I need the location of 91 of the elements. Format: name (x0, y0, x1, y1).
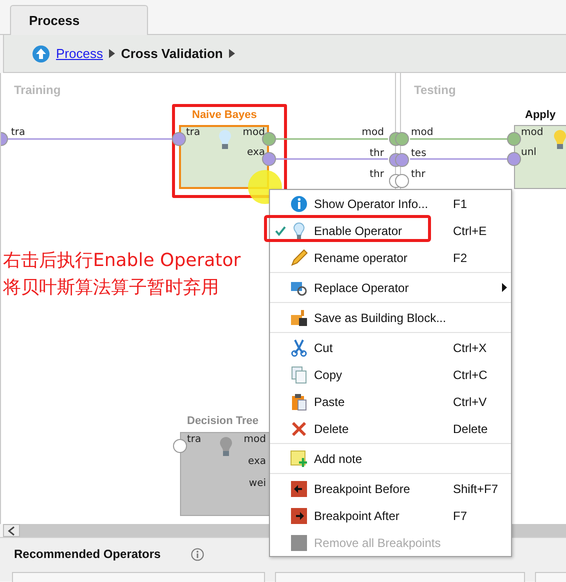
port-label: tra (11, 127, 26, 138)
menu-item-label: Add note (314, 452, 364, 466)
menu-item[interactable]: Show Operator Info... F1 (270, 190, 511, 217)
breakpoint-before-icon (290, 480, 308, 498)
menu-item[interactable]: Copy Ctrl+C (270, 361, 511, 388)
menu-item[interactable]: Breakpoint After F7 (270, 502, 511, 529)
chevron-left-icon (8, 526, 15, 536)
submenu-arrow-icon (502, 283, 507, 292)
building-block-icon (290, 308, 308, 326)
operator-box[interactable] (180, 432, 270, 516)
operator-title: Apply (525, 109, 556, 121)
port-label: thr (411, 169, 426, 180)
menu-item-label: Rename operator (314, 250, 408, 264)
copy-icon (290, 366, 308, 384)
menu-item[interactable]: Breakpoint Before Shift+F7 (270, 475, 511, 502)
port-label: mod (244, 434, 266, 445)
menu-item[interactable]: Paste Ctrl+V (270, 388, 511, 415)
port-label: tra (187, 434, 202, 445)
info-icon (290, 194, 308, 212)
shortcut-label: Delete (453, 422, 488, 436)
shortcut-label: F1 (453, 196, 468, 210)
breakpoint-icon (290, 534, 308, 552)
menu-item-label: Breakpoint Before (314, 482, 412, 496)
lightbulb-icon (553, 129, 566, 151)
shortcut-label: Shift+F7 (453, 482, 498, 496)
menu-item-label: Show Operator Info... (314, 196, 430, 210)
port-label: tes (411, 148, 426, 159)
process-tab[interactable]: Process (10, 5, 148, 35)
menu-item[interactable]: Add note (270, 445, 511, 472)
lightbulb-icon (219, 436, 233, 458)
port[interactable] (507, 152, 521, 166)
port-label: unl (521, 147, 536, 158)
menu-item-label: Enable Operator (314, 224, 404, 238)
menu-item-label: Paste (314, 394, 346, 408)
port[interactable] (507, 132, 521, 146)
port[interactable] (395, 132, 409, 146)
port[interactable] (395, 153, 409, 167)
port[interactable] (395, 174, 409, 188)
menu-item[interactable]: Rename operator F2 (270, 244, 511, 271)
shortcut-label: F7 (453, 508, 468, 522)
pencil-icon (290, 248, 308, 266)
port[interactable] (173, 439, 187, 453)
menu-item-label: Delete (314, 422, 350, 436)
menu-item-label: Remove all Breakpoints (314, 536, 442, 550)
operator-box[interactable] (514, 125, 566, 189)
menu-item-label: Cut (314, 340, 334, 354)
panel-title: Recommended Operators (14, 547, 161, 561)
info-icon[interactable] (190, 548, 204, 560)
port[interactable] (262, 132, 276, 146)
menu-item-label: Breakpoint After (314, 508, 400, 522)
section-label: Testing (414, 83, 456, 97)
breakpoint-after-icon (290, 506, 308, 524)
port-label: exa (248, 456, 266, 467)
menu-item[interactable]: Save as Building Block... (270, 304, 511, 331)
breadcrumb-current: Cross Validation (120, 46, 223, 61)
menu-item[interactable]: Replace Operator (270, 274, 511, 301)
port-label: exa (246, 147, 265, 158)
shortcut-label: Ctrl+E (453, 224, 487, 238)
lightbulb-icon (218, 129, 232, 151)
port-label: mod (242, 127, 265, 138)
breadcrumb-arrow-icon (228, 49, 235, 58)
breadcrumb-arrow-icon (108, 49, 115, 58)
operator-title: Decision Tree (187, 415, 259, 427)
breadcrumb-link[interactable]: Process (56, 46, 103, 61)
port[interactable] (1, 132, 8, 146)
annotation-text: 右击后执行Enable Operator (3, 249, 241, 273)
menu-item-label: Replace Operator (314, 280, 410, 294)
shortcut-label: Ctrl+C (453, 368, 488, 382)
port-label: tra (186, 127, 200, 138)
menu-item[interactable]: Cut Ctrl+X (270, 334, 511, 361)
menu-item-label: Copy (314, 368, 344, 382)
operator-title: Naive Bayes (192, 109, 257, 121)
clipboard-icon (290, 392, 308, 410)
scroll-left-button[interactable] (3, 524, 20, 537)
delete-icon (290, 420, 308, 438)
section-label: Training (14, 83, 61, 97)
shortcut-label: F2 (453, 250, 468, 264)
port-label: mod (521, 127, 544, 138)
menu-item[interactable]: Delete Delete (270, 415, 511, 442)
menu-item-label: Save as Building Block... (314, 310, 448, 324)
port-label: thr (370, 169, 384, 180)
shortcut-label: Ctrl+V (453, 394, 487, 408)
port-label: wei (248, 478, 266, 489)
annotation-text: 将贝叶斯算法算子暂时弃用 (3, 276, 220, 300)
shortcut-label: Ctrl+X (453, 340, 487, 354)
menu-item[interactable]: Enable Operator Ctrl+E (270, 217, 511, 244)
port-label: thr (370, 148, 384, 159)
note-icon (290, 450, 308, 468)
port-label: mod (411, 127, 434, 138)
port-label: mod (362, 127, 384, 138)
scissors-icon (290, 338, 308, 356)
